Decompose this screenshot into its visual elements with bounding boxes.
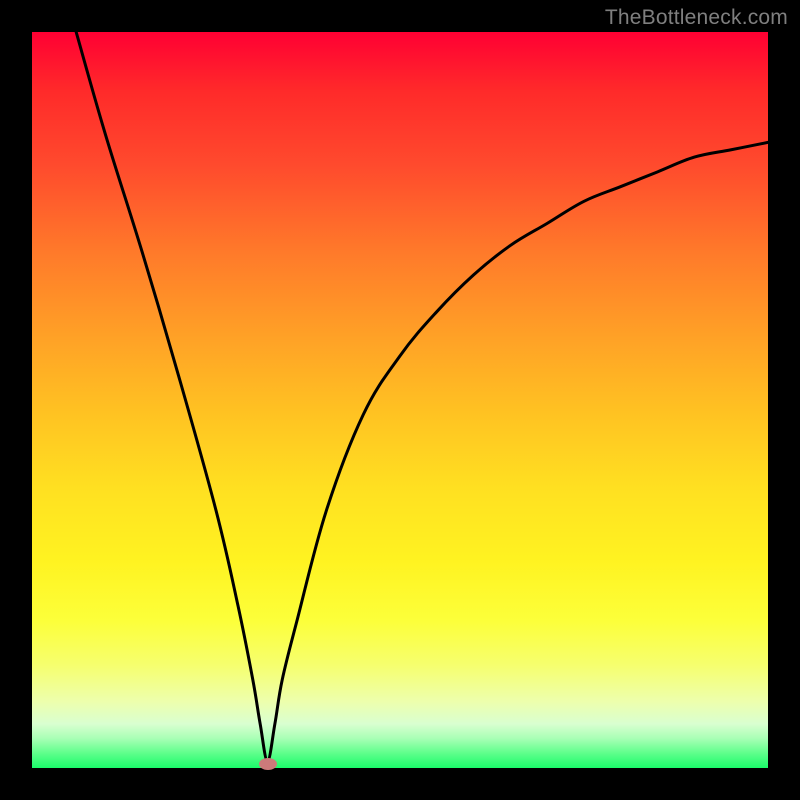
plot-area (32, 32, 768, 768)
watermark-text: TheBottleneck.com (605, 6, 788, 30)
bottleneck-curve (32, 32, 768, 768)
min-marker (259, 758, 277, 770)
chart-frame: TheBottleneck.com (0, 0, 800, 800)
